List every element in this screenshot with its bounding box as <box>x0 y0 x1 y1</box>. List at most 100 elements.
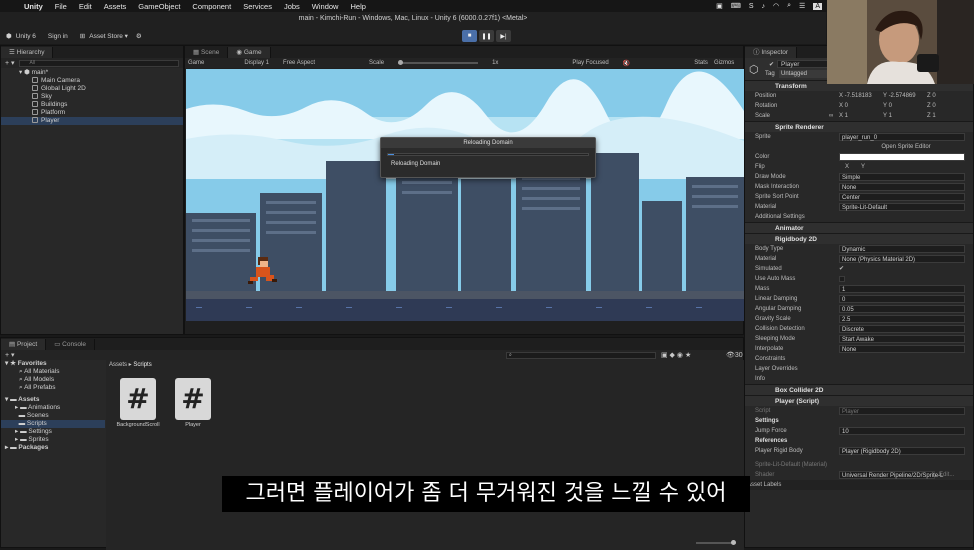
game-viewport[interactable]: Reloading Domain Reloading Domain <box>186 69 744 321</box>
status-s-icon[interactable]: S <box>749 3 754 10</box>
mask-dropdown[interactable]: None <box>839 183 965 191</box>
scale-x[interactable]: X 1 <box>839 111 848 121</box>
mute-audio-icon[interactable]: 🔇 <box>623 60 630 67</box>
tab-project[interactable]: ▤ Project <box>1 339 47 350</box>
jump-force-field[interactable]: 10 <box>839 427 965 435</box>
hierarchy-search-input[interactable]: All <box>18 59 179 67</box>
sr-material-field[interactable]: Sprite-Lit-Default <box>839 203 965 211</box>
shader-dropdown[interactable]: Universal Render Pipeline/2D/Sprite-L <box>839 471 943 479</box>
menu-assets[interactable]: Assets <box>104 2 127 11</box>
status-a-icon[interactable]: A <box>813 2 822 10</box>
hierarchy-item-player[interactable]: Player <box>1 117 183 125</box>
component-player-script[interactable]: Player (Script) <box>745 395 973 406</box>
layer-overrides-foldout[interactable]: Layer Overrides <box>745 364 973 374</box>
audio-icon[interactable]: ♪ <box>762 3 766 10</box>
step-button[interactable]: ▶| <box>496 30 511 42</box>
asset-labels-bar[interactable]: Asset Labels <box>745 480 973 490</box>
filter-icons[interactable]: ▣ ◆ ◉ ★ <box>661 351 691 359</box>
folder-animations[interactable]: ▸ ▬ Animations <box>1 404 105 412</box>
project-search-input[interactable]: ⌕ <box>506 351 656 359</box>
menu-file[interactable]: File <box>55 2 67 11</box>
play-focused-dropdown[interactable]: Play Focused <box>572 60 608 66</box>
open-sprite-editor-button[interactable]: Open Sprite Editor <box>745 142 973 152</box>
interpolate-dropdown[interactable]: None <box>839 345 965 353</box>
folder-settings[interactable]: ▸ ▬ Settings <box>1 428 105 436</box>
create-asset-icon[interactable]: + ▾ <box>5 351 15 359</box>
menu-window[interactable]: Window <box>312 2 339 11</box>
folder-scenes[interactable]: ▬ Scenes <box>1 412 105 420</box>
menu-jobs[interactable]: Jobs <box>284 2 300 11</box>
tab-inspector[interactable]: ⓘ Inspector <box>745 47 798 58</box>
hierarchy-item-sky[interactable]: Sky <box>1 93 183 101</box>
display-dropdown[interactable]: Display 1 <box>244 60 269 66</box>
scale-y[interactable]: Y 1 <box>883 111 892 121</box>
cloud-icon[interactable]: ⚙ <box>136 32 142 40</box>
wifi-icon[interactable]: ◠ <box>773 2 779 10</box>
color-swatch[interactable] <box>839 153 965 161</box>
keyboard-icon[interactable]: ⌨ <box>731 2 741 10</box>
breadcrumb-scripts[interactable]: Scripts <box>133 362 151 368</box>
linear-damping-field[interactable]: 0 <box>839 295 965 303</box>
collision-dropdown[interactable]: Discrete <box>839 325 965 333</box>
rotation-x[interactable]: X 0 <box>839 101 848 111</box>
menu-app[interactable]: Unity <box>24 2 43 11</box>
menu-help[interactable]: Help <box>350 2 365 11</box>
tab-hierarchy[interactable]: ☰ Hierarchy <box>1 47 54 58</box>
hierarchy-item-main-camera[interactable]: Main Camera <box>1 77 183 85</box>
active-checkbox[interactable]: ✔ <box>769 61 774 68</box>
sprite-field[interactable]: player_run_0 <box>839 133 965 141</box>
favorite-all-models[interactable]: ⌕ All Models <box>1 376 105 384</box>
menu-services[interactable]: Services <box>243 2 272 11</box>
stop-button[interactable]: ■ <box>462 30 477 42</box>
tab-scene[interactable]: ▦ Scene <box>185 47 229 58</box>
gizmos-button[interactable]: Gizmos <box>714 60 734 66</box>
menu-component[interactable]: Component <box>192 2 231 11</box>
folder-sprites[interactable]: ▸ ▬ Sprites <box>1 436 105 444</box>
flip-x[interactable]: X <box>845 162 849 172</box>
mass-field[interactable]: 1 <box>839 285 965 293</box>
rb-material-field[interactable]: None (Physics Material 2D) <box>839 255 965 263</box>
assets-folder[interactable]: ▾ ▬ Assets <box>1 396 105 404</box>
position-x[interactable]: X -7.518183 <box>839 91 872 101</box>
position-y[interactable]: Y -2.574869 <box>883 91 916 101</box>
component-rigidbody2d[interactable]: Rigidbody 2D <box>745 233 973 244</box>
hierarchy-item-global-light[interactable]: Global Light 2D <box>1 85 183 93</box>
gravity-scale-field[interactable]: 2.5 <box>839 315 965 323</box>
component-sprite-renderer[interactable]: Sprite Renderer <box>745 121 973 132</box>
additional-settings-foldout[interactable]: Additional Settings <box>745 212 973 222</box>
info-foldout[interactable]: Info <box>745 374 973 384</box>
hierarchy-item-buildings[interactable]: Buildings <box>1 101 183 109</box>
control-center-icon[interactable]: ☰ <box>799 2 805 10</box>
auto-mass-checkbox[interactable] <box>839 276 845 282</box>
asset-store-button[interactable]: ⊞ Asset Store ▾ <box>80 32 128 40</box>
scale-slider[interactable] <box>398 60 479 65</box>
add-object-icon[interactable]: + ▾ <box>5 59 15 67</box>
menu-edit[interactable]: Edit <box>79 2 92 11</box>
asset-backgroundscroll[interactable]: # BackgroundScroll <box>113 378 163 428</box>
favorites-folder[interactable]: ▾ ★ Favorites <box>1 360 105 368</box>
rigidbody-ref-field[interactable]: Player (Rigidbody 2D) <box>839 447 965 455</box>
sort-point-dropdown[interactable]: Center <box>839 193 965 201</box>
rotation-z[interactable]: Z 0 <box>927 101 936 111</box>
favorite-all-prefabs[interactable]: ⌕ All Prefabs <box>1 384 105 392</box>
stats-button[interactable]: Stats <box>694 60 708 66</box>
hierarchy-item-platform[interactable]: Platform <box>1 109 183 117</box>
asset-player[interactable]: # Player <box>168 378 218 428</box>
screen-record-icon[interactable]: ▣ <box>716 2 723 10</box>
pause-button[interactable]: ❚❚ <box>479 30 494 42</box>
breadcrumb-assets[interactable]: Assets <box>109 362 127 368</box>
draw-mode-dropdown[interactable]: Simple <box>839 173 965 181</box>
simulated-checkbox[interactable]: ✔ <box>839 264 844 274</box>
body-type-dropdown[interactable]: Dynamic <box>839 245 965 253</box>
sleeping-dropdown[interactable]: Start Awake <box>839 335 965 343</box>
menu-gameobject[interactable]: GameObject <box>138 2 180 11</box>
tab-console[interactable]: ▭ Console <box>46 339 95 350</box>
material-footer[interactable]: Sprite-Lit-Default (Material) <box>745 460 973 470</box>
aspect-dropdown[interactable]: Free Aspect <box>283 60 315 66</box>
angular-damping-field[interactable]: 0.05 <box>839 305 965 313</box>
scene-row[interactable]: ▾ ⬢ main* <box>1 69 183 77</box>
component-animator[interactable]: Animator <box>745 222 973 233</box>
game-mode-dropdown[interactable]: Game <box>188 60 204 66</box>
scale-link-icon[interactable]: ∞ <box>829 111 833 121</box>
position-z[interactable]: Z 0 <box>927 91 936 101</box>
